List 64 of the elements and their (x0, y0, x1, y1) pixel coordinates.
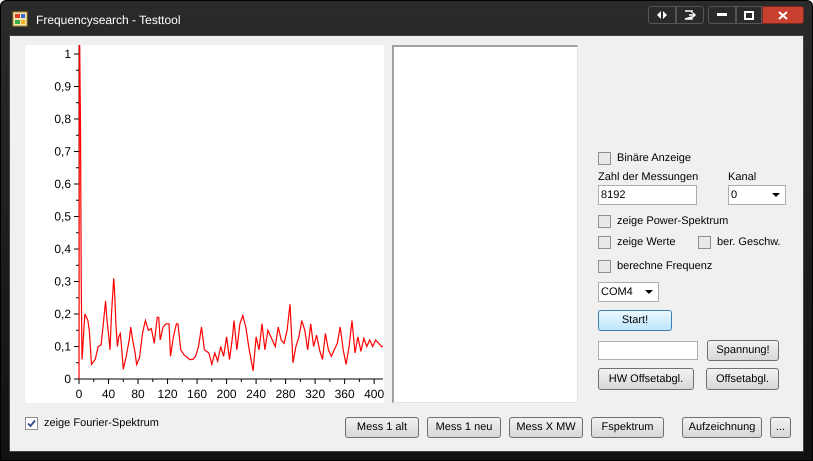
input-field[interactable] (598, 341, 698, 360)
checkbox-label: berechne Frequenz (617, 258, 712, 274)
y-tick-label: 1 (64, 47, 71, 61)
checkbox-label: zeige Werte (617, 234, 676, 250)
field-label: Zahl der Messungen (598, 170, 700, 183)
y-tick-label: 0,6 (54, 177, 71, 191)
x-tick-label: 360 (334, 387, 355, 401)
y-tick-label: 0,4 (54, 242, 71, 256)
checkbox-label: ber. Geschw. (717, 234, 781, 250)
action-button[interactable]: Mess 1 alt (345, 417, 419, 438)
y-tick-label: 0,7 (54, 144, 71, 158)
checkbox-label: Binäre Anzeige (617, 150, 691, 166)
y-tick-label: 0,9 (54, 80, 71, 94)
checkbox[interactable] (598, 152, 611, 164)
action-button[interactable]: ... (770, 417, 791, 438)
y-tick-label: 0 (64, 372, 71, 386)
hw-offset-button[interactable]: HW Offsetabgl. (598, 368, 694, 390)
start-button[interactable]: Start! (598, 310, 672, 331)
dropdown-arrow-icon (772, 193, 780, 197)
checkbox[interactable] (25, 416, 38, 430)
maximize-icon (744, 10, 754, 20)
dropdown[interactable]: 0 (728, 185, 786, 205)
x-tick-label: 280 (276, 387, 296, 401)
checkbox[interactable] (698, 236, 711, 248)
action-button[interactable]: Mess X MW (509, 417, 583, 438)
resize-button[interactable] (648, 6, 676, 24)
checkbox[interactable] (598, 214, 611, 228)
minimize-button[interactable] (708, 6, 736, 24)
checkbox[interactable] (598, 260, 611, 272)
export-icon (684, 10, 696, 20)
maximize-button[interactable] (736, 6, 762, 24)
x-tick-label: 120 (158, 387, 178, 401)
dropdown-arrow-icon (645, 290, 653, 294)
offset-button[interactable]: Offsetabgl. (706, 368, 779, 390)
checkbox-label: zeige Fourier-Spektrum (44, 416, 159, 431)
close-icon (778, 10, 788, 20)
input-field[interactable]: 8192 (598, 185, 697, 205)
x-tick-label: 240 (246, 387, 266, 401)
x-tick-label: 80 (131, 387, 145, 401)
y-tick-label: 0,8 (54, 112, 71, 126)
export-button[interactable] (676, 6, 704, 24)
y-tick-label: 0,3 (54, 274, 71, 288)
checkbox[interactable] (598, 236, 611, 248)
y-tick-label: 0,1 (54, 340, 71, 354)
voltage-button[interactable]: Spannung! (707, 340, 779, 361)
x-tick-label: 40 (102, 387, 116, 401)
y-tick-label: 0,5 (54, 210, 71, 224)
window-title: Frequencysearch - Testtool (36, 12, 181, 29)
x-tick-label: 200 (216, 387, 237, 401)
double-arrow-icon (656, 11, 668, 19)
y-tick-label: 0,2 (54, 307, 71, 321)
dropdown[interactable]: COM4 (598, 282, 659, 302)
minimize-icon (717, 13, 727, 17)
close-button[interactable] (762, 6, 804, 24)
x-tick-label: 160 (187, 387, 208, 401)
checkbox-label: zeige Power-Spektrum (617, 214, 728, 229)
app-icon (12, 11, 28, 27)
x-tick-label: 320 (305, 387, 326, 401)
action-button[interactable]: Mess 1 neu (427, 417, 501, 438)
action-button[interactable]: Fspektrum (591, 417, 664, 438)
x-tick-label: 400 (364, 387, 384, 401)
x-tick-label: 0 (76, 387, 82, 401)
field-label: Kanal (728, 170, 758, 183)
action-button[interactable]: Aufzeichnung (682, 417, 762, 438)
